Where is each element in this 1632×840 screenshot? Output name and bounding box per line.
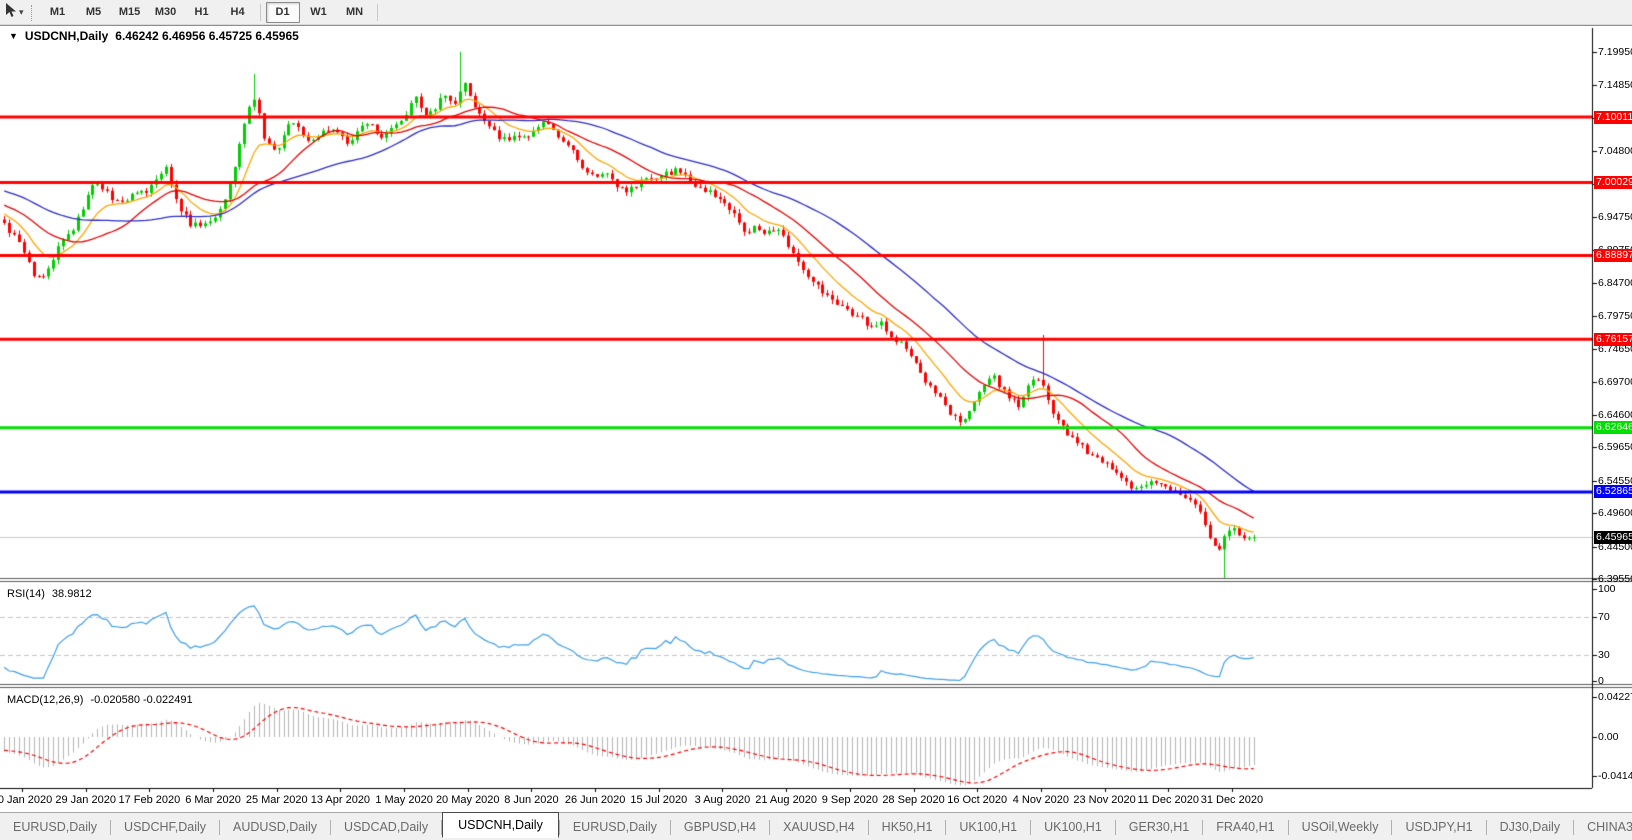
rsi-value: 38.9812	[52, 588, 92, 600]
tab-dj30-daily[interactable]: DJ30,Daily	[1487, 815, 1573, 839]
rsi-axis-label: 70	[1598, 611, 1632, 623]
chevron-down-icon[interactable]: ▾	[19, 7, 24, 18]
tab-eurusd-daily[interactable]: EURUSD,Daily	[560, 815, 670, 839]
timeframe-button-m5[interactable]: M5	[77, 2, 111, 23]
tab-usoil-weekly[interactable]: USOil,Weekly	[1289, 815, 1392, 839]
timeframe-button-m1[interactable]: M1	[41, 2, 75, 23]
price-tick-label: 6.64600	[1598, 409, 1632, 421]
cursor-icon	[4, 2, 17, 23]
price-tick-label: 6.69700	[1598, 376, 1632, 388]
hline-price-tag: 7.00029	[1594, 176, 1632, 189]
rsi-axis-label: 0	[1598, 675, 1632, 687]
tab-usdcnh-daily[interactable]: USDCNH,Daily	[442, 812, 559, 838]
toolbar-grip[interactable]	[31, 5, 33, 21]
tab-eurusd-daily[interactable]: EURUSD,Daily	[0, 815, 110, 839]
symbol-tab-bar: EURUSD,DailyUSDCHF,DailyAUDUSD,DailyUSDC…	[0, 812, 1632, 840]
price-tick-label: 6.94750	[1598, 211, 1632, 223]
chart-title: ▼ USDCNH,Daily 6.46242 6.46956 6.45725 6…	[9, 29, 305, 43]
rsi-axis-label: 30	[1598, 649, 1632, 661]
price-tick-label: 7.14850	[1598, 79, 1632, 91]
toolbar-separator	[260, 4, 261, 21]
rsi-panel-label: RSI(14) 38.9812	[7, 588, 92, 600]
mt4-window: { "toolbar": { "timeframes": ["M1","M5",…	[0, 0, 1632, 840]
hline-price-tag: 6.76157	[1594, 333, 1632, 346]
price-tick-label: 6.79750	[1598, 310, 1632, 322]
macd-axis-label: -0.04148	[1598, 770, 1632, 782]
timeframe-button-w1[interactable]: W1	[302, 2, 336, 23]
tab-gbpusd-h4[interactable]: GBPUSD,H4	[671, 815, 769, 839]
tab-usdjpy-h1[interactable]: USDJPY,H1	[1392, 815, 1485, 839]
price-tick-label: 7.19950	[1598, 46, 1632, 58]
hline-price-tag: 6.52865	[1594, 485, 1632, 498]
tab-fra40-h1[interactable]: FRA40,H1	[1203, 815, 1287, 839]
tab-uk100-h1[interactable]: UK100,H1	[946, 815, 1030, 839]
timeframe-button-m30[interactable]: M30	[149, 2, 183, 23]
timeframe-button-h1[interactable]: H1	[185, 2, 219, 23]
price-tick-label: 6.59650	[1598, 441, 1632, 453]
price-tick-label: 6.49600	[1598, 507, 1632, 519]
timeframe-button-d1[interactable]: D1	[266, 2, 300, 23]
price-tick-label: 7.04800	[1598, 145, 1632, 157]
tab-ger30-h1[interactable]: GER30,H1	[1116, 815, 1202, 839]
tab-xauusd-h4[interactable]: XAUUSD,H4	[770, 815, 868, 839]
date-label: 31 Dec 2020	[1190, 794, 1274, 806]
tab-hk50-h1[interactable]: HK50,H1	[869, 815, 946, 839]
tab-china300-h1[interactable]: CHINA300,H1	[1574, 815, 1632, 839]
macd-values: -0.020580 -0.022491	[90, 694, 192, 706]
macd-axis-label: 0.00	[1598, 731, 1632, 743]
tab-usdcad-daily[interactable]: USDCAD,Daily	[331, 815, 441, 839]
timeframe-button-m15[interactable]: M15	[113, 2, 147, 23]
price-chart-canvas[interactable]	[0, 0, 1632, 840]
rsi-label: RSI(14)	[7, 588, 45, 600]
current-price-tag: 6.45965	[1594, 531, 1632, 544]
price-tick-label: 6.84700	[1598, 277, 1632, 289]
hline-price-tag: 6.62646	[1594, 421, 1632, 434]
chart-symbol-label: USDCNH,Daily	[25, 29, 108, 43]
macd-panel-label: MACD(12,26,9) -0.020580 -0.022491	[7, 694, 193, 706]
macd-label: MACD(12,26,9)	[7, 694, 83, 706]
tab-uk100-h1[interactable]: UK100,H1	[1031, 815, 1115, 839]
hline-price-tag: 6.88897	[1594, 249, 1632, 262]
macd-axis-label: 0.042275	[1598, 691, 1632, 703]
symbol-dropdown-icon[interactable]: ▼	[9, 30, 18, 42]
toolbar-separator	[377, 4, 378, 21]
timeframe-button-mn[interactable]: MN	[338, 2, 372, 23]
chart-ohlc-values: 6.46242 6.46956 6.45725 6.45965	[115, 29, 299, 43]
rsi-axis-label: 100	[1598, 583, 1632, 595]
tab-audusd-daily[interactable]: AUDUSD,Daily	[220, 815, 330, 839]
timeframe-button-h4[interactable]: H4	[221, 2, 255, 23]
hline-price-tag: 7.10011	[1594, 111, 1632, 124]
tab-usdchf-daily[interactable]: USDCHF,Daily	[111, 815, 219, 839]
timeframe-buttons: M1M5M15M30H1H4 D1W1MN	[40, 2, 382, 23]
toolbar: ▾ M1M5M15M30H1H4 D1W1MN	[0, 0, 1632, 26]
cursor-tool-button[interactable]: ▾	[4, 2, 24, 23]
